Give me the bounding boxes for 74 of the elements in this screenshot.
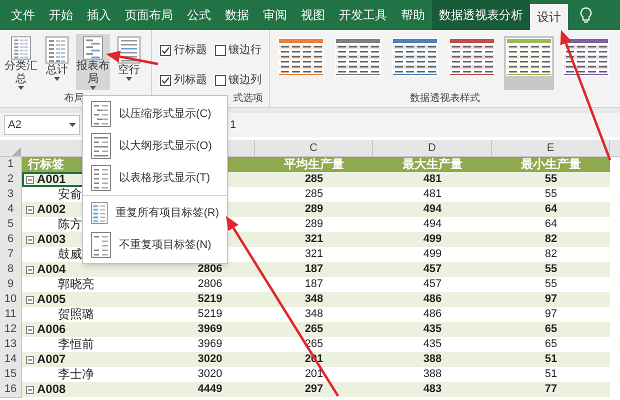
table-cell: 4449 <box>198 383 222 395</box>
table-cell: 321 <box>304 233 324 245</box>
column-heading: 平均生产量 <box>284 157 344 171</box>
row-label: A002 <box>37 202 66 217</box>
table-cell: 289 <box>304 218 324 230</box>
table-cell: 285 <box>304 173 324 185</box>
table-cell: 499 <box>423 248 442 260</box>
table-cell: 82 <box>544 248 558 260</box>
row-label: A008 <box>37 382 66 397</box>
table-cell: 3969 <box>198 323 222 335</box>
table-cell: 321 <box>304 248 324 260</box>
table-cell: 457 <box>423 263 442 275</box>
table-cell: 486 <box>423 308 442 320</box>
table-cell: 3020 <box>198 353 222 365</box>
table-cell: 483 <box>423 383 442 395</box>
column-heading: 最大生产量 <box>402 157 462 171</box>
table-cell: 486 <box>423 293 442 305</box>
table-cell: 77 <box>544 383 558 395</box>
table-cell: 55 <box>544 263 558 275</box>
table-cell: 201 <box>304 368 324 380</box>
row-label: A004 <box>37 262 66 277</box>
table-cell: 51 <box>544 368 558 380</box>
table-cell: 97 <box>544 308 558 320</box>
table-cell: 457 <box>423 278 442 290</box>
group-label: 数据透视表样式 <box>410 92 480 106</box>
table-cell: 64 <box>544 218 558 230</box>
row-label: A003 <box>37 232 66 247</box>
table-cell: 55 <box>544 188 558 200</box>
row-label: 陈方 <box>58 217 82 232</box>
row-label: 安俞 <box>58 187 82 202</box>
table-cell: 388 <box>423 368 442 380</box>
table-cell: 494 <box>423 203 442 215</box>
table-cell: 348 <box>304 293 324 305</box>
table-cell: 265 <box>304 323 324 335</box>
row-label: 鼓威 <box>58 247 82 262</box>
column-heading: 最小生产量 <box>521 157 581 171</box>
table-cell: 187 <box>304 263 324 275</box>
table-cell: 5219 <box>198 293 222 305</box>
table-cell: 97 <box>544 293 558 305</box>
table-cell: 289 <box>304 203 324 215</box>
table-cell: 3969 <box>198 338 222 350</box>
table-cell: 51 <box>544 353 558 365</box>
table-cell: 494 <box>423 218 442 230</box>
table-cell: 5219 <box>198 308 222 320</box>
group-label: 式选项 <box>233 92 263 106</box>
table-cell: 55 <box>544 173 558 185</box>
table-cell: 499 <box>423 233 442 245</box>
row-label: 李恒前 <box>58 337 94 352</box>
table-cell: 2806 <box>198 263 222 275</box>
table-cell: 187 <box>304 278 324 290</box>
table-cell: 481 <box>423 188 442 200</box>
column-heading: 行标签 <box>28 157 64 171</box>
table-cell: 297 <box>304 383 324 395</box>
table-cell: 285 <box>304 188 324 200</box>
table-cell: 65 <box>544 338 558 350</box>
table-cell: 348 <box>304 308 324 320</box>
row-label: 贺照璐 <box>58 307 94 322</box>
table-cell: 435 <box>423 338 442 350</box>
table-cell: 2806 <box>198 278 222 290</box>
table-cell: 64 <box>544 203 558 215</box>
table-cell: 82 <box>544 233 558 245</box>
table-cell: 55 <box>544 278 558 290</box>
table-cell: 65 <box>544 323 558 335</box>
row-label: 郭晓亮 <box>58 277 94 292</box>
row-label: A005 <box>37 292 66 307</box>
row-label: A007 <box>37 352 66 367</box>
table-cell: 3020 <box>198 368 222 380</box>
row-label: 李士净 <box>58 367 94 382</box>
formula-text: 1 <box>230 118 236 133</box>
table-cell: 481 <box>423 173 442 185</box>
row-label: A006 <box>37 322 66 337</box>
table-cell: 388 <box>423 353 442 365</box>
row-label: A001 <box>37 172 66 187</box>
table-cell: 435 <box>423 323 442 335</box>
